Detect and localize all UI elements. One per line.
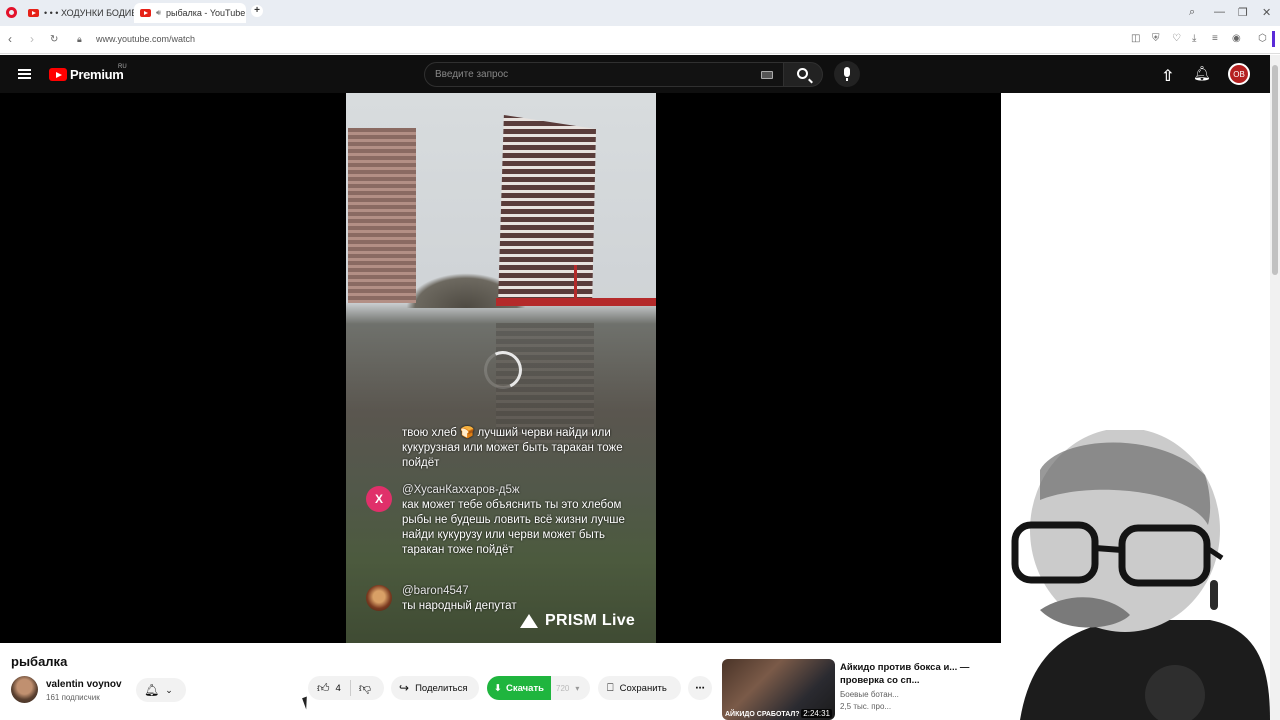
shirt: [1020, 620, 1270, 720]
building-left: [348, 128, 416, 303]
channel-avatar[interactable]: [11, 676, 38, 703]
notifications-bell-icon[interactable]: 🔔︎: [1193, 65, 1211, 82]
opera-logo-icon[interactable]: [6, 7, 17, 18]
like-icon[interactable]: 👍︎: [317, 681, 330, 696]
new-tab-button[interactable]: +: [251, 5, 263, 17]
tab-label: • • • ХОДУНКИ БОДИБ: [44, 8, 134, 18]
chat-avatar-x: X: [366, 486, 392, 512]
video-duration: 2:24:31: [801, 709, 832, 718]
url-field[interactable]: www.youtube.com/watch: [96, 34, 195, 44]
more-icon: ⋯: [695, 682, 705, 694]
speaker-icon[interactable]: 🔊︎: [156, 8, 161, 18]
restore-icon[interactable]: ❐: [1238, 6, 1248, 19]
chat-message-1: твою хлеб 🍞 лучший черви найди или кукур…: [402, 426, 647, 471]
download-quality[interactable]: 720: [556, 684, 569, 693]
video-player[interactable]: твою хлеб 🍞 лучший черви найди или кукур…: [0, 93, 1001, 643]
chat-text: как может тебе объяснить ты это хлебом р…: [402, 499, 625, 556]
tab-label: рыбалка - YouTube: [166, 8, 246, 18]
red-bridge: [496, 298, 656, 306]
share-icon: ↪: [399, 681, 410, 695]
browser-tab-bar: • • • ХОДУНКИ БОДИБ 🔊︎ рыбалка - YouTube…: [0, 0, 1280, 26]
account-avatar[interactable]: OB: [1228, 63, 1250, 85]
lock-icon: 🔒︎: [77, 34, 82, 44]
scroll-thumb[interactable]: [1272, 65, 1278, 275]
voice-search-button[interactable]: [834, 61, 860, 87]
page-scrollbar[interactable]: [1270, 55, 1280, 720]
glasses-bridge: [1094, 545, 1123, 553]
like-count[interactable]: 4: [336, 683, 341, 694]
keyboard-icon[interactable]: [761, 71, 773, 79]
more-actions-button[interactable]: ⋯: [688, 676, 712, 700]
chat-avatar-baron: [366, 585, 392, 611]
bell-icon: 🔔︎: [144, 683, 160, 697]
chevron-down-icon: ⌄: [165, 684, 173, 695]
download-arrow-icon: ⬇: [494, 682, 502, 694]
region-code: RU: [118, 64, 127, 70]
search-icon: [797, 68, 808, 79]
close-icon[interactable]: ✕: [1262, 6, 1271, 19]
microphone-stand: [846, 78, 848, 81]
profile-icon[interactable]: ◉: [1232, 33, 1241, 44]
video-frame[interactable]: твою хлеб 🍞 лучший черви найди или кукур…: [346, 93, 656, 643]
save-button[interactable]: ⎕ Сохранить: [598, 676, 681, 700]
thumbnail-caption: АЙКИДО СРАБОТАЛ?: [725, 711, 800, 718]
youtube-header: Premium RU Введите запрос ⇧ 🔔︎ OB: [0, 55, 1270, 93]
prism-logo-icon: [520, 614, 538, 628]
video-title: рыбалка: [11, 654, 68, 669]
download-button-group: ⬇ Скачать 720 ▾: [487, 676, 590, 700]
bookmark-icon: ⎕: [607, 681, 614, 694]
chat-text: твою хлеб 🍞 лучший черви найди или кукур…: [402, 427, 623, 469]
camera-icon[interactable]: ◫: [1131, 33, 1140, 44]
upload-icon[interactable]: ⇧: [1161, 66, 1174, 86]
browser-tab-2[interactable]: 🔊︎ рыбалка - YouTube: [134, 3, 246, 23]
reload-icon[interactable]: ↻: [50, 34, 58, 45]
save-label: Сохранить: [619, 682, 667, 694]
menu-icon[interactable]: ≡: [1212, 33, 1218, 44]
sidebar-indicator: [1272, 31, 1275, 47]
minimize-icon[interactable]: —: [1214, 6, 1225, 18]
hamburger-menu-icon[interactable]: [18, 69, 31, 79]
youtube-favicon-icon: [140, 9, 151, 17]
download-label: Скачать: [506, 682, 544, 694]
quality-dropdown-icon[interactable]: ▾: [575, 684, 579, 693]
forward-icon[interactable]: ›: [30, 32, 34, 46]
subscription-bell-button[interactable]: 🔔︎ ⌄: [136, 678, 186, 702]
like-dislike-group: 👍︎ 4 👎︎: [308, 676, 384, 700]
prism-watermark: PRISM Live: [545, 612, 636, 629]
cube-icon[interactable]: ⬡: [1258, 33, 1267, 44]
chat-message-2: @ХусанКаххаров-д5ж как может тебе объясн…: [402, 483, 647, 558]
download-button[interactable]: ⬇ Скачать: [487, 676, 551, 700]
recommended-thumbnail[interactable]: АЙКИДО СРАБОТАЛ? 2:24:31: [722, 659, 835, 720]
share-button[interactable]: ↪ Поделиться: [391, 676, 479, 700]
browser-tab-1[interactable]: • • • ХОДУНКИ БОДИБ: [22, 3, 134, 23]
shield-icon[interactable]: ⛨: [1152, 33, 1160, 44]
search-tabs-icon[interactable]: ⌕: [1189, 6, 1195, 19]
search-input[interactable]: Введите запрос: [424, 62, 784, 87]
youtube-favicon-icon: [28, 9, 39, 17]
webcam-overlay: [1011, 430, 1270, 720]
subscriber-count: 161 подписчик: [46, 693, 100, 702]
mouse-cursor-icon: [302, 696, 311, 710]
recommended-meta: 2,5 тыс. про...: [840, 702, 892, 711]
earphone: [1210, 580, 1218, 610]
address-bar: ‹ › ↻ 🔒︎ www.youtube.com/watch ◫ ⛨ ♡ ⤓ ≡…: [0, 26, 1280, 54]
youtube-brand[interactable]: Premium: [70, 67, 124, 82]
chat-author: @ХусанКаххаров-д5ж: [402, 484, 520, 496]
search-placeholder: Введите запрос: [435, 69, 509, 80]
microphone-icon: [844, 67, 850, 77]
building-right: [498, 115, 596, 305]
search-button[interactable]: [783, 62, 823, 87]
heart-icon[interactable]: ♡: [1172, 33, 1181, 44]
share-label: Поделиться: [415, 682, 468, 694]
channel-name[interactable]: valentin voynov: [46, 679, 122, 690]
dislike-icon[interactable]: 👎︎: [359, 681, 371, 696]
divider: [349, 680, 351, 696]
youtube-logo-icon[interactable]: [49, 68, 67, 81]
chat-message-3: @baron4547 ты народный депутат: [402, 584, 647, 614]
download-icon[interactable]: ⤓: [1192, 33, 1196, 44]
back-icon[interactable]: ‹: [8, 32, 12, 46]
chat-author: @baron4547: [402, 585, 469, 597]
